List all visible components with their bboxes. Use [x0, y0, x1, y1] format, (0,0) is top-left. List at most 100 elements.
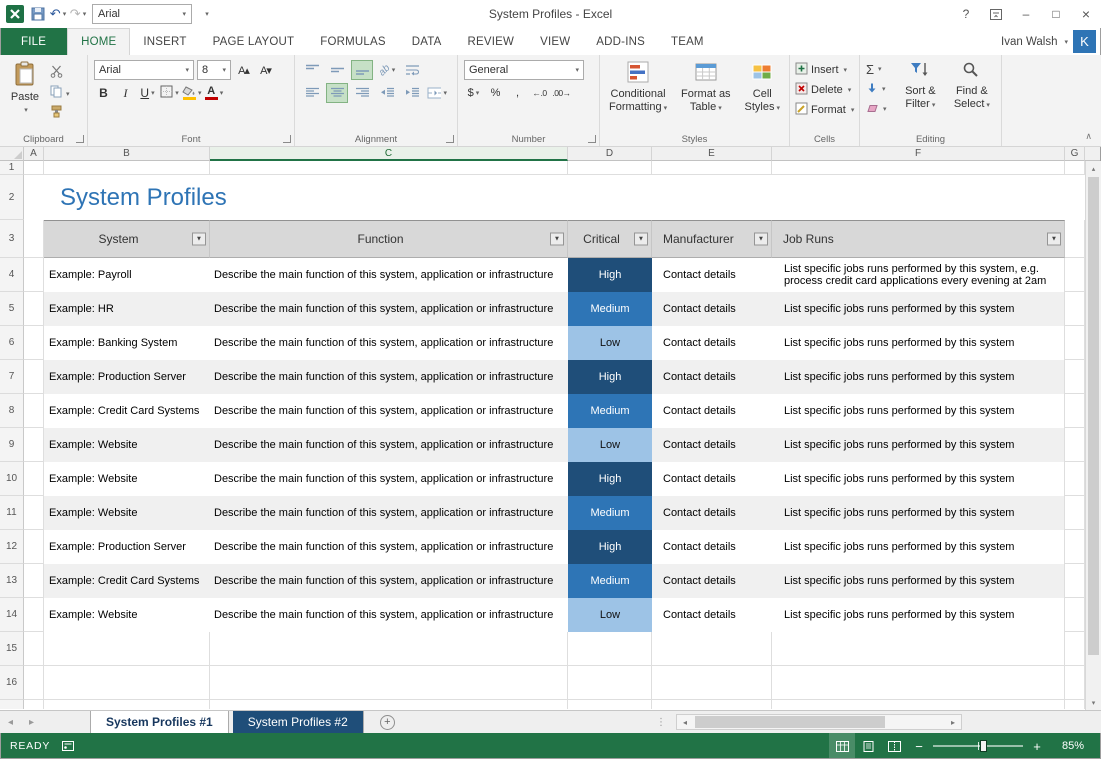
align-left-button[interactable] — [301, 83, 323, 103]
qat-customize-button[interactable]: ▾ — [196, 3, 216, 25]
cell[interactable] — [1065, 700, 1085, 709]
row-header[interactable]: 13 — [0, 564, 24, 598]
redo-button[interactable]: ↷▾ — [68, 3, 88, 25]
font-color-button[interactable]: A▾ — [205, 83, 224, 103]
delete-cells-button[interactable]: Delete▾ — [795, 82, 854, 98]
cell-function[interactable]: Describe the main function of this syste… — [210, 496, 568, 530]
cell[interactable] — [568, 161, 652, 175]
cell-manufacturer[interactable]: Contact details — [652, 292, 772, 326]
cell-manufacturer[interactable]: Contact details — [652, 564, 772, 598]
cell-critical[interactable]: High — [568, 258, 652, 292]
cell-critical[interactable]: Low — [568, 326, 652, 360]
cell-manufacturer[interactable]: Contact details — [652, 496, 772, 530]
column-header-A[interactable]: A — [24, 147, 44, 161]
ribbon-tab[interactable]: ADD-INS — [583, 28, 658, 55]
row-header[interactable]: 12 — [0, 530, 24, 564]
table-header-manufacturer[interactable]: Manufacturer▼ — [652, 220, 772, 258]
collapse-ribbon-button[interactable]: ∧ — [1085, 131, 1092, 142]
cell[interactable] — [24, 360, 44, 394]
user-name[interactable]: Ivan Walsh — [1001, 36, 1057, 48]
ribbon-tab[interactable]: VIEW — [527, 28, 583, 55]
cell-jobruns[interactable]: List specific jobs runs performed by thi… — [772, 292, 1065, 326]
bottom-align-button[interactable] — [351, 60, 373, 80]
column-header-D[interactable]: D — [568, 147, 652, 161]
cell-critical[interactable]: High — [568, 530, 652, 564]
filter-button-manufacturer[interactable]: ▼ — [754, 233, 768, 246]
format-cells-button[interactable]: Format▾ — [795, 102, 854, 118]
qat-font-combo[interactable]: Arial▾ — [92, 4, 192, 24]
cell[interactable] — [652, 700, 772, 709]
increase-decimal-button[interactable]: ←.0 — [530, 83, 549, 103]
tab-file[interactable]: FILE — [0, 28, 67, 55]
cell[interactable] — [24, 292, 44, 326]
align-right-button[interactable] — [351, 83, 373, 103]
cell-function[interactable]: Describe the main function of this syste… — [210, 360, 568, 394]
cell[interactable] — [1065, 428, 1085, 462]
minimize-button[interactable]: – — [1011, 0, 1041, 28]
cell[interactable] — [1065, 161, 1085, 175]
bold-button[interactable]: B — [94, 83, 113, 103]
zoom-slider-thumb[interactable] — [980, 740, 987, 752]
cell-jobruns[interactable]: List specific jobs runs performed by thi… — [772, 530, 1065, 564]
cell-system[interactable]: Example: Banking System — [44, 326, 210, 360]
macro-record-icon[interactable] — [62, 741, 74, 751]
cell[interactable] — [210, 666, 568, 700]
normal-view-button[interactable] — [829, 733, 855, 759]
cell-function[interactable]: Describe the main function of this syste… — [210, 530, 568, 564]
sheet-nav-right[interactable]: ▸ — [21, 711, 42, 733]
cell[interactable] — [772, 700, 1065, 709]
cell[interactable] — [44, 700, 210, 709]
font-family-combo[interactable]: Arial▾ — [94, 60, 194, 80]
row-header[interactable]: 10 — [0, 462, 24, 496]
column-header-E[interactable]: E — [652, 147, 772, 161]
cell-critical[interactable]: Medium — [568, 292, 652, 326]
cell[interactable] — [652, 666, 772, 700]
row-header-partial[interactable] — [0, 700, 24, 709]
user-dropdown-icon[interactable]: ▾ — [1064, 38, 1068, 46]
underline-button[interactable]: U▾ — [138, 83, 157, 103]
cell-critical[interactable]: Medium — [568, 564, 652, 598]
increase-indent-button[interactable] — [401, 83, 423, 103]
cell-jobruns[interactable]: List specific jobs runs performed by thi… — [772, 496, 1065, 530]
cell-critical[interactable]: High — [568, 360, 652, 394]
maximize-button[interactable]: □ — [1041, 0, 1071, 28]
clear-button[interactable]: ▾ — [862, 100, 896, 118]
cell-system[interactable]: Example: HR — [44, 292, 210, 326]
cell-critical[interactable]: Medium — [568, 394, 652, 428]
row-header-3[interactable]: 3 — [0, 220, 24, 258]
cell-function[interactable]: Describe the main function of this syste… — [210, 598, 568, 632]
format-painter-button[interactable] — [48, 106, 76, 122]
page-layout-view-button[interactable] — [855, 733, 881, 759]
cut-button[interactable] — [48, 66, 76, 82]
cell[interactable] — [210, 700, 568, 709]
hscroll-right-arrow[interactable]: ▸ — [945, 718, 961, 727]
cell[interactable] — [24, 258, 44, 292]
row-header[interactable]: 4 — [0, 258, 24, 292]
cell-system[interactable]: Example: Website — [44, 598, 210, 632]
cell-function[interactable]: Describe the main function of this syste… — [210, 258, 568, 292]
cell[interactable] — [1065, 394, 1085, 428]
alignment-dialog-launcher[interactable] — [446, 135, 454, 143]
cell-manufacturer[interactable]: Contact details — [652, 394, 772, 428]
conditional-formatting-button[interactable]: Conditional Formatting▾ — [609, 58, 667, 132]
cell[interactable] — [24, 462, 44, 496]
zoom-level[interactable]: 85% — [1049, 740, 1097, 752]
zoom-out-button[interactable]: − — [907, 739, 931, 754]
cell[interactable] — [24, 496, 44, 530]
cell[interactable] — [24, 428, 44, 462]
help-button[interactable]: ? — [951, 0, 981, 28]
percent-style-button[interactable]: % — [486, 83, 505, 103]
cell-jobruns[interactable]: List specific jobs runs performed by thi… — [772, 326, 1065, 360]
cell-system[interactable]: Example: Website — [44, 462, 210, 496]
cell[interactable] — [568, 632, 652, 666]
ribbon-tab[interactable]: PAGE LAYOUT — [200, 28, 308, 55]
cell[interactable] — [772, 161, 1065, 175]
ribbon-tab[interactable]: INSERT — [130, 28, 199, 55]
cell[interactable] — [24, 700, 44, 709]
cell[interactable] — [24, 326, 44, 360]
cell-jobruns[interactable]: List specific jobs runs performed by thi… — [772, 428, 1065, 462]
table-header-critical[interactable]: Critical▼ — [568, 220, 652, 258]
row-header[interactable]: 9 — [0, 428, 24, 462]
row-header[interactable]: 5 — [0, 292, 24, 326]
copy-button[interactable]: ▾ — [48, 86, 76, 102]
